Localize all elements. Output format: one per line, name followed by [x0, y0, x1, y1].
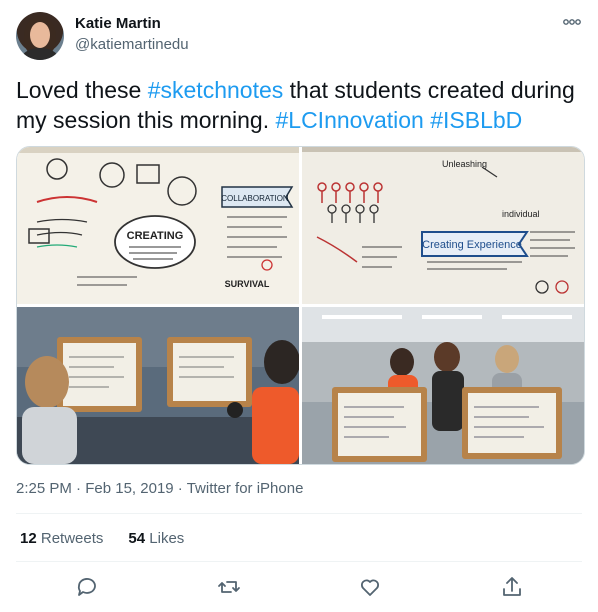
tweet-text: Loved these #sketchnotes that students c… [16, 75, 586, 135]
photo-group-posters[interactable] [302, 307, 584, 464]
avatar[interactable] [16, 12, 64, 60]
tweet-meta: 2:25 PM · Feb 15, 2019 · Twitter for iPh… [16, 480, 303, 497]
photo-sketchnote-2[interactable]: Unleashing individual Creating Experienc… [302, 147, 584, 304]
tweet-source[interactable]: Twitter for iPhone [187, 480, 304, 497]
author-name[interactable]: Katie Martin [75, 15, 161, 32]
sketch-label: CREATING [127, 230, 184, 242]
hashtag-link[interactable]: #sketchnotes [148, 77, 284, 103]
sketch-label: Unleashing [442, 159, 487, 169]
action-bar [0, 575, 598, 603]
hashtag-link[interactable]: #LCInnovation [275, 107, 423, 133]
reply-icon[interactable] [75, 575, 99, 599]
meta-separator: · [76, 480, 82, 497]
retweet-icon[interactable] [217, 575, 241, 599]
retweets-label: Retweets [40, 530, 104, 547]
photo-students-drawing[interactable] [17, 307, 299, 464]
share-icon[interactable] [500, 575, 524, 599]
tweet-stats: 12 Retweets 54 Likes [20, 530, 184, 547]
sketch-label: SURVIVAL [225, 279, 270, 289]
sketch-label: Creating Experience [422, 239, 522, 251]
divider [16, 561, 582, 562]
likes-link[interactable]: 54 Likes [128, 530, 184, 547]
divider [16, 513, 582, 514]
likes-label: Likes [149, 530, 185, 547]
hashtag-link[interactable]: #ISBLbD [430, 107, 522, 133]
author-handle[interactable]: @katiemartinedu [75, 36, 189, 53]
tweet-time[interactable]: 2:25 PM [16, 480, 72, 497]
sketch-label: individual [502, 209, 540, 219]
media-grid: CREATING COLLABORATION SURVIVAL Unleashi… [16, 146, 585, 465]
tweet-date[interactable]: Feb 15, 2019 [85, 480, 173, 497]
likes-count: 54 [128, 530, 146, 547]
retweets-count: 12 [20, 530, 37, 547]
retweets-link[interactable]: 12 Retweets [20, 530, 103, 547]
meta-separator: · [177, 480, 183, 497]
sketch-label: COLLABORATION [221, 194, 289, 203]
more-icon[interactable] [562, 14, 582, 30]
like-icon[interactable] [358, 575, 382, 599]
tweet-text-part: Loved these [16, 77, 148, 103]
photo-sketchnote-1[interactable]: CREATING COLLABORATION SURVIVAL [17, 147, 299, 304]
